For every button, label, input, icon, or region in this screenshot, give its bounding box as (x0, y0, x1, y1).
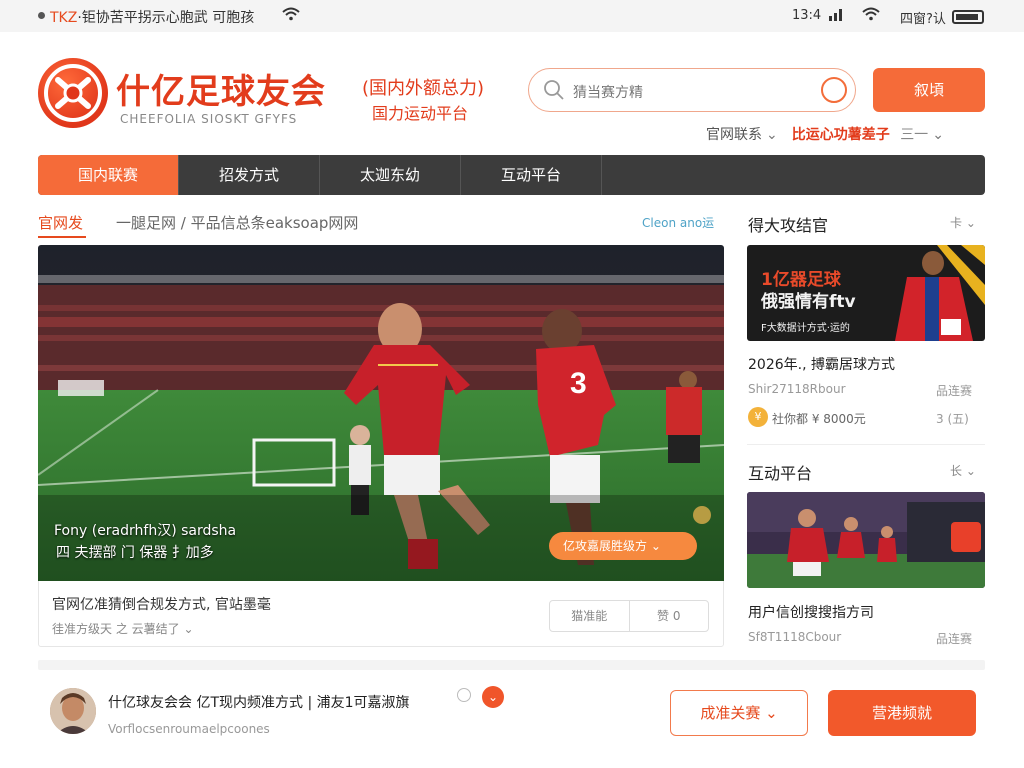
section-title-underline (38, 236, 86, 238)
site-subtitle-en: CHEEFOLIA SIOSKT GFYFS (120, 112, 298, 126)
hero-cta-pill[interactable]: 亿攻嘉展胜级方 ⌄ (549, 532, 697, 560)
nav-tab-interactive-platform[interactable]: 互动平台 (461, 155, 602, 195)
chevron-down-icon[interactable]: ⌄ (932, 127, 944, 143)
record-dot-icon (38, 12, 45, 19)
chevron-down-icon[interactable]: ⌄ (482, 686, 504, 708)
banner-headline-secondary: 俄强情有ftv (761, 292, 856, 312)
hero-meta: 徍准方级天 之 云薯结了 ⌄ (52, 620, 194, 637)
like-button[interactable]: 赞 0 (630, 601, 709, 631)
hero-description[interactable]: 官网亿准猜倒合规发方式, 官站墨毫 (52, 594, 271, 614)
site-tagline: (国内外额总力) (362, 78, 485, 99)
right-block2-more-text: 长 (950, 464, 963, 478)
right-block1-meta-right: 品连赛 (936, 384, 973, 398)
site-tagline-secondary: 国力运动平台 (372, 104, 469, 123)
chevron-down-icon: ⌄ (183, 622, 194, 636)
right-block1-meta: Shir27118Rbour (748, 382, 846, 396)
hero-meta-text: 徍准方级天 之 云薯结了 (52, 622, 180, 636)
right-block1-banner[interactable]: 1亿器足球 俄强情有ftv F大数据计方式·运的 (747, 245, 985, 341)
chevron-down-icon: ⌄ (965, 216, 976, 230)
right-block1-title[interactable]: 2026年., 搏霸居球方式 (748, 354, 895, 374)
svg-text:3: 3 (570, 367, 587, 400)
signal-icon (828, 6, 846, 26)
site-title: 什亿足球友会 (116, 72, 326, 112)
info-icon[interactable] (457, 688, 471, 702)
search-bar[interactable]: 猜当赛方精 (528, 68, 856, 112)
status-bar: TKZ·钜协苦平拐示心胞武 可胞孩 13:4 四窗?认 (0, 0, 1024, 32)
bottom-outline-button[interactable]: 成准关赛 ⌄ (670, 690, 808, 736)
search-placeholder[interactable]: 猜当赛方精 (573, 82, 643, 102)
chevron-down-icon: ⌄ (965, 464, 976, 478)
right-block2-image[interactable] (747, 492, 985, 588)
chevron-down-icon: ⌄ (650, 539, 661, 553)
bottom-subtitle: Vorflocsenroumaelpcoones (108, 722, 270, 736)
banner-caption: F大数据计方式·运的 (761, 323, 850, 334)
site-logo[interactable] (38, 58, 108, 128)
header-sub-links: 官网联系 ⌄ 比运心功薯差子 三一 ⌄ (706, 124, 948, 144)
header-link-more[interactable]: 三一 (900, 127, 928, 143)
right-block1-more[interactable]: 卡 ⌄ (950, 214, 976, 231)
wifi-icon (282, 6, 300, 26)
hero-action-button[interactable]: 猫准能 (550, 601, 630, 631)
right-block1-heading: 得大攻结官 (748, 216, 829, 235)
chevron-down-icon: ⌄ (766, 127, 778, 143)
status-right-text: 四窗?认 (900, 12, 946, 27)
nav-tab-events[interactable]: 太迦东幼 (320, 155, 461, 195)
avatar[interactable] (50, 688, 96, 734)
right-block2-more[interactable]: 长 ⌄ (950, 462, 976, 479)
bottom-outline-label: 成准关赛 (700, 704, 761, 722)
bottom-divider (38, 660, 985, 670)
right-block1-more-text: 卡 (950, 216, 963, 230)
right-block2-meta: Sf8T1118Cbour (748, 630, 842, 644)
section-subtitle: 一腿足网 / 平品信总条eaksoap网网 (116, 214, 359, 232)
bottom-title: 什亿球友会会 亿T现内频准方式 | 浦友1可嘉淑旗 (108, 695, 410, 711)
right-block2-heading: 互动平台 (748, 464, 813, 483)
section-title[interactable]: 官网发 (38, 212, 83, 233)
hero-caption: Fony (eradrhfh汉) sardsha (54, 523, 237, 539)
right-block1-coin-text: 社你都 ¥ 8000元 (772, 412, 866, 426)
chevron-down-icon: ⌄ (765, 704, 778, 722)
nav-tab-methods[interactable]: 招发方式 (179, 155, 320, 195)
search-submit-icon[interactable] (821, 77, 847, 103)
right-block1-coin-right: 3 (五) (936, 412, 969, 426)
right-block2-title[interactable]: 用户信创搜搜指方司 (748, 602, 874, 622)
wifi-icon (862, 6, 880, 26)
right-block2-meta-right: 品连赛 (936, 632, 973, 646)
search-icon (543, 79, 565, 101)
header-link-hot[interactable]: 比运心功薯差子 (792, 127, 890, 143)
login-button[interactable]: 叙頃 (873, 68, 985, 112)
bottom-primary-button[interactable]: 营港频就 (828, 690, 976, 736)
section-more-link[interactable]: Cleon ano运 (642, 214, 714, 231)
right-divider (747, 444, 985, 445)
hero-caption-secondary: 四 夫摆部 门 保器 扌加多 (56, 545, 214, 561)
main-nav: 国内联赛 招发方式 太迦东幼 互动平台 (38, 155, 985, 195)
status-left-text: TKZ·钜协苦平拐示心胞武 可胞孩 (50, 10, 255, 26)
header-link-official[interactable]: 官网联系 (706, 127, 762, 143)
hero-cta-label: 亿攻嘉展胜级方 (563, 539, 648, 553)
coin-icon: ¥ (748, 407, 768, 427)
hero-actions: 猫准能 赞 0 (549, 600, 709, 632)
status-time: 13:4 (792, 8, 822, 23)
nav-tab-domestic-league[interactable]: 国内联赛 (38, 155, 179, 195)
battery-icon (952, 10, 984, 24)
